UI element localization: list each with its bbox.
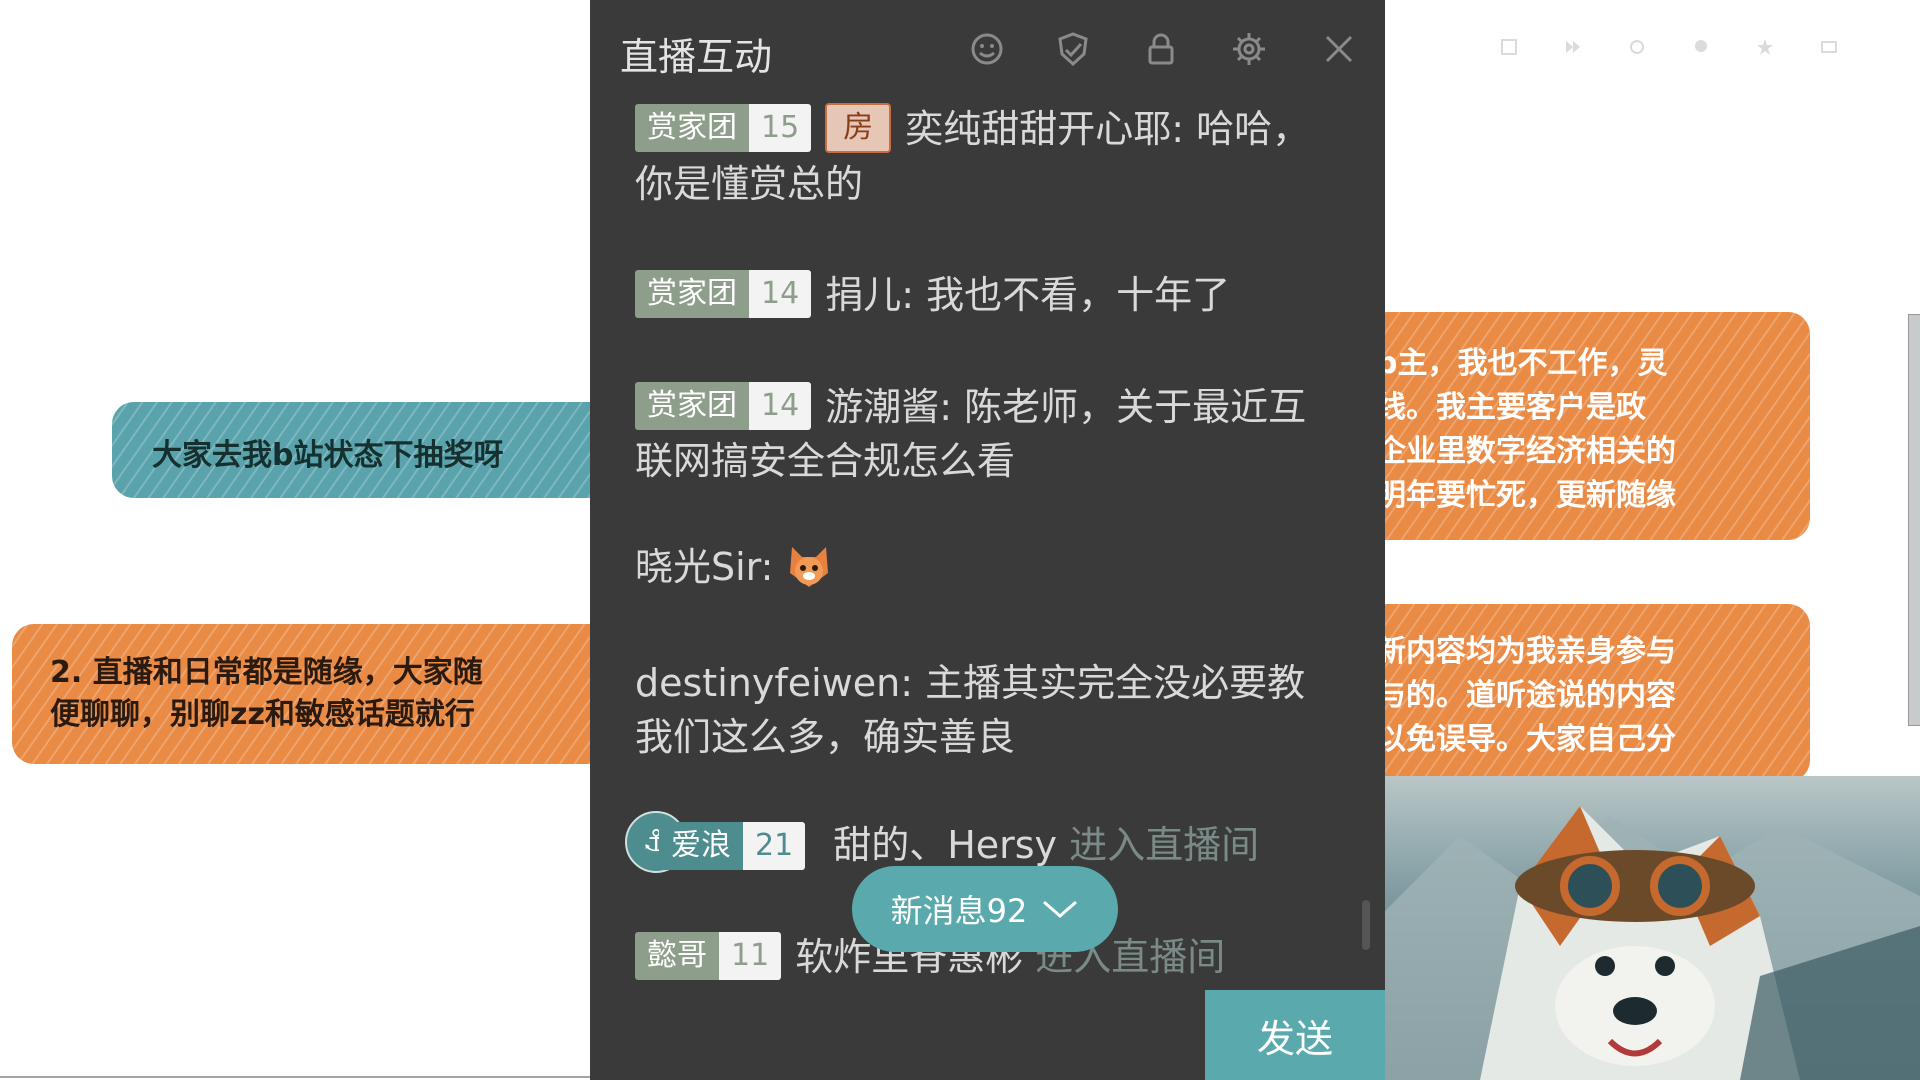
send-button[interactable]: 发送 xyxy=(1205,990,1385,1080)
username-separator: : xyxy=(760,545,786,589)
panel-header: 直播互动 xyxy=(590,0,1385,96)
note-lottery-text: 大家去我b站状态下抽奖呀 xyxy=(152,438,504,473)
chat-icon[interactable] xyxy=(1692,38,1710,56)
fast-forward-icon[interactable] xyxy=(1564,38,1582,56)
panel-title: 直播互动 xyxy=(620,35,773,79)
note-about-line: 线。我主要客户是政 xyxy=(1376,390,1646,425)
chat-scrollbar[interactable] xyxy=(1362,900,1370,950)
chat-text: 我也不看，十年了 xyxy=(926,273,1231,317)
note-content-line: 以免误导。大家自己分 xyxy=(1376,722,1676,757)
window-icon[interactable] xyxy=(1820,38,1838,56)
captain-badge[interactable]: ⚓ 爱浪 21 xyxy=(625,810,819,873)
chat-message: 赏家团 14 捐儿: 我也不看，十年了 xyxy=(635,268,1335,322)
fan-badge-level: 11 xyxy=(719,931,782,980)
fan-badge-name: 赏家团 xyxy=(635,103,749,152)
note-content-line: 新内容均为我亲身参与 xyxy=(1376,634,1676,669)
fan-badge-level: 14 xyxy=(749,269,812,318)
chat-message: 赏家团 14 游潮酱: 陈老师，关于最近互联网搞安全合规怎么看 xyxy=(635,380,1335,488)
note-rules-line: 2. 直播和日常都是随缘，大家随 xyxy=(50,655,483,690)
username-separator: : xyxy=(939,385,965,429)
username-separator: : xyxy=(1171,107,1197,151)
new-messages-label: 新消息92 xyxy=(890,892,1028,930)
stream-toolbar xyxy=(1500,38,1838,56)
note-lottery: 大家去我b站状态下抽奖呀 xyxy=(112,402,652,498)
username-separator: : xyxy=(901,273,927,317)
fan-badge-name: 赏家团 xyxy=(635,269,749,318)
chat-username[interactable]: 晓光Sir xyxy=(635,545,761,589)
settings-icon[interactable] xyxy=(1628,38,1646,56)
note-rules-line: 便聊聊，别聊zz和敏感话题就行 xyxy=(50,697,475,732)
lock-icon[interactable] xyxy=(1142,30,1180,68)
background-scrollbar[interactable] xyxy=(1908,314,1920,726)
note-about: p主，我也不工作，灵 线。我主要客户是政 企业里数字经济相关的 明年要忙死，更新… xyxy=(1340,312,1810,540)
fan-badge-name: 爱浪 xyxy=(659,822,743,870)
chat-username[interactable]: 捐儿 xyxy=(825,273,901,317)
chat-message: destinyfeiwen: 主播其实完全没必要教我们这么多，确实善良 xyxy=(635,656,1335,764)
star-icon[interactable] xyxy=(1756,38,1774,56)
fan-badge[interactable]: 赏家团 14 xyxy=(635,269,812,318)
cat-emoji-icon xyxy=(789,546,828,587)
shield-icon[interactable] xyxy=(1054,30,1092,68)
chat-username[interactable]: 游潮酱 xyxy=(825,385,939,429)
fan-badge[interactable]: 懿哥 11 xyxy=(635,931,782,980)
chat-message-list[interactable]: 赏家团 15 房奕纯甜甜开心耶: 哈哈，你是懂赏总的 赏家团 14 捐儿: 我也… xyxy=(590,96,1385,986)
note-content-line: 与的。道听途说的内容 xyxy=(1376,678,1676,713)
chat-username[interactable]: destinyfeiwen xyxy=(635,661,900,705)
note-rules: 2. 直播和日常都是随缘，大家随 便聊聊，别聊zz和敏感话题就行 xyxy=(12,624,652,764)
shiba-avatar-image xyxy=(1380,806,1920,1080)
room-admin-tag: 房 xyxy=(825,102,892,153)
fullscreen-icon[interactable] xyxy=(1500,38,1518,56)
fan-badge-name: 懿哥 xyxy=(635,931,719,980)
chat-username[interactable]: 奕纯甜甜开心耶 xyxy=(905,107,1171,151)
note-about-line: p主，我也不工作，灵 xyxy=(1376,346,1668,381)
chat-message: 晓光Sir: xyxy=(635,540,1335,594)
emoji-icon[interactable] xyxy=(968,30,1006,68)
chat-message: 赏家团 15 房奕纯甜甜开心耶: 哈哈，你是懂赏总的 xyxy=(635,102,1335,211)
note-content: 新内容均为我亲身参与 与的。道听途说的内容 以免误导。大家自己分 xyxy=(1340,604,1810,782)
chevron-down-icon xyxy=(1043,900,1078,918)
fan-badge[interactable]: 赏家团 14 xyxy=(635,381,812,430)
gear-icon[interactable] xyxy=(1230,30,1268,68)
fan-badge: 爱浪 21 xyxy=(659,822,806,870)
fan-badge[interactable]: 赏家团 15 xyxy=(635,103,812,152)
fan-badge-level: 15 xyxy=(749,103,812,152)
fan-badge-name: 赏家团 xyxy=(635,381,749,430)
fan-badge-level: 14 xyxy=(749,381,812,430)
live-chat-panel: 直播互动 赏家团 15 房奕纯甜甜开心耶: 哈哈，你是懂赏总的 赏家团 14 捐… xyxy=(590,0,1385,1080)
username-separator: : xyxy=(900,661,926,705)
system-notice: 进入直播间 xyxy=(1069,823,1260,867)
fan-badge-level: 21 xyxy=(743,822,806,870)
webcam-avatar xyxy=(1380,776,1920,1080)
chat-username[interactable]: 甜的、Hersy xyxy=(833,823,1057,867)
new-messages-button[interactable]: 新消息92 xyxy=(852,866,1118,952)
note-about-line: 明年要忙死，更新随缘 xyxy=(1376,478,1676,513)
close-icon[interactable] xyxy=(1320,30,1358,68)
note-about-line: 企业里数字经济相关的 xyxy=(1376,434,1676,469)
